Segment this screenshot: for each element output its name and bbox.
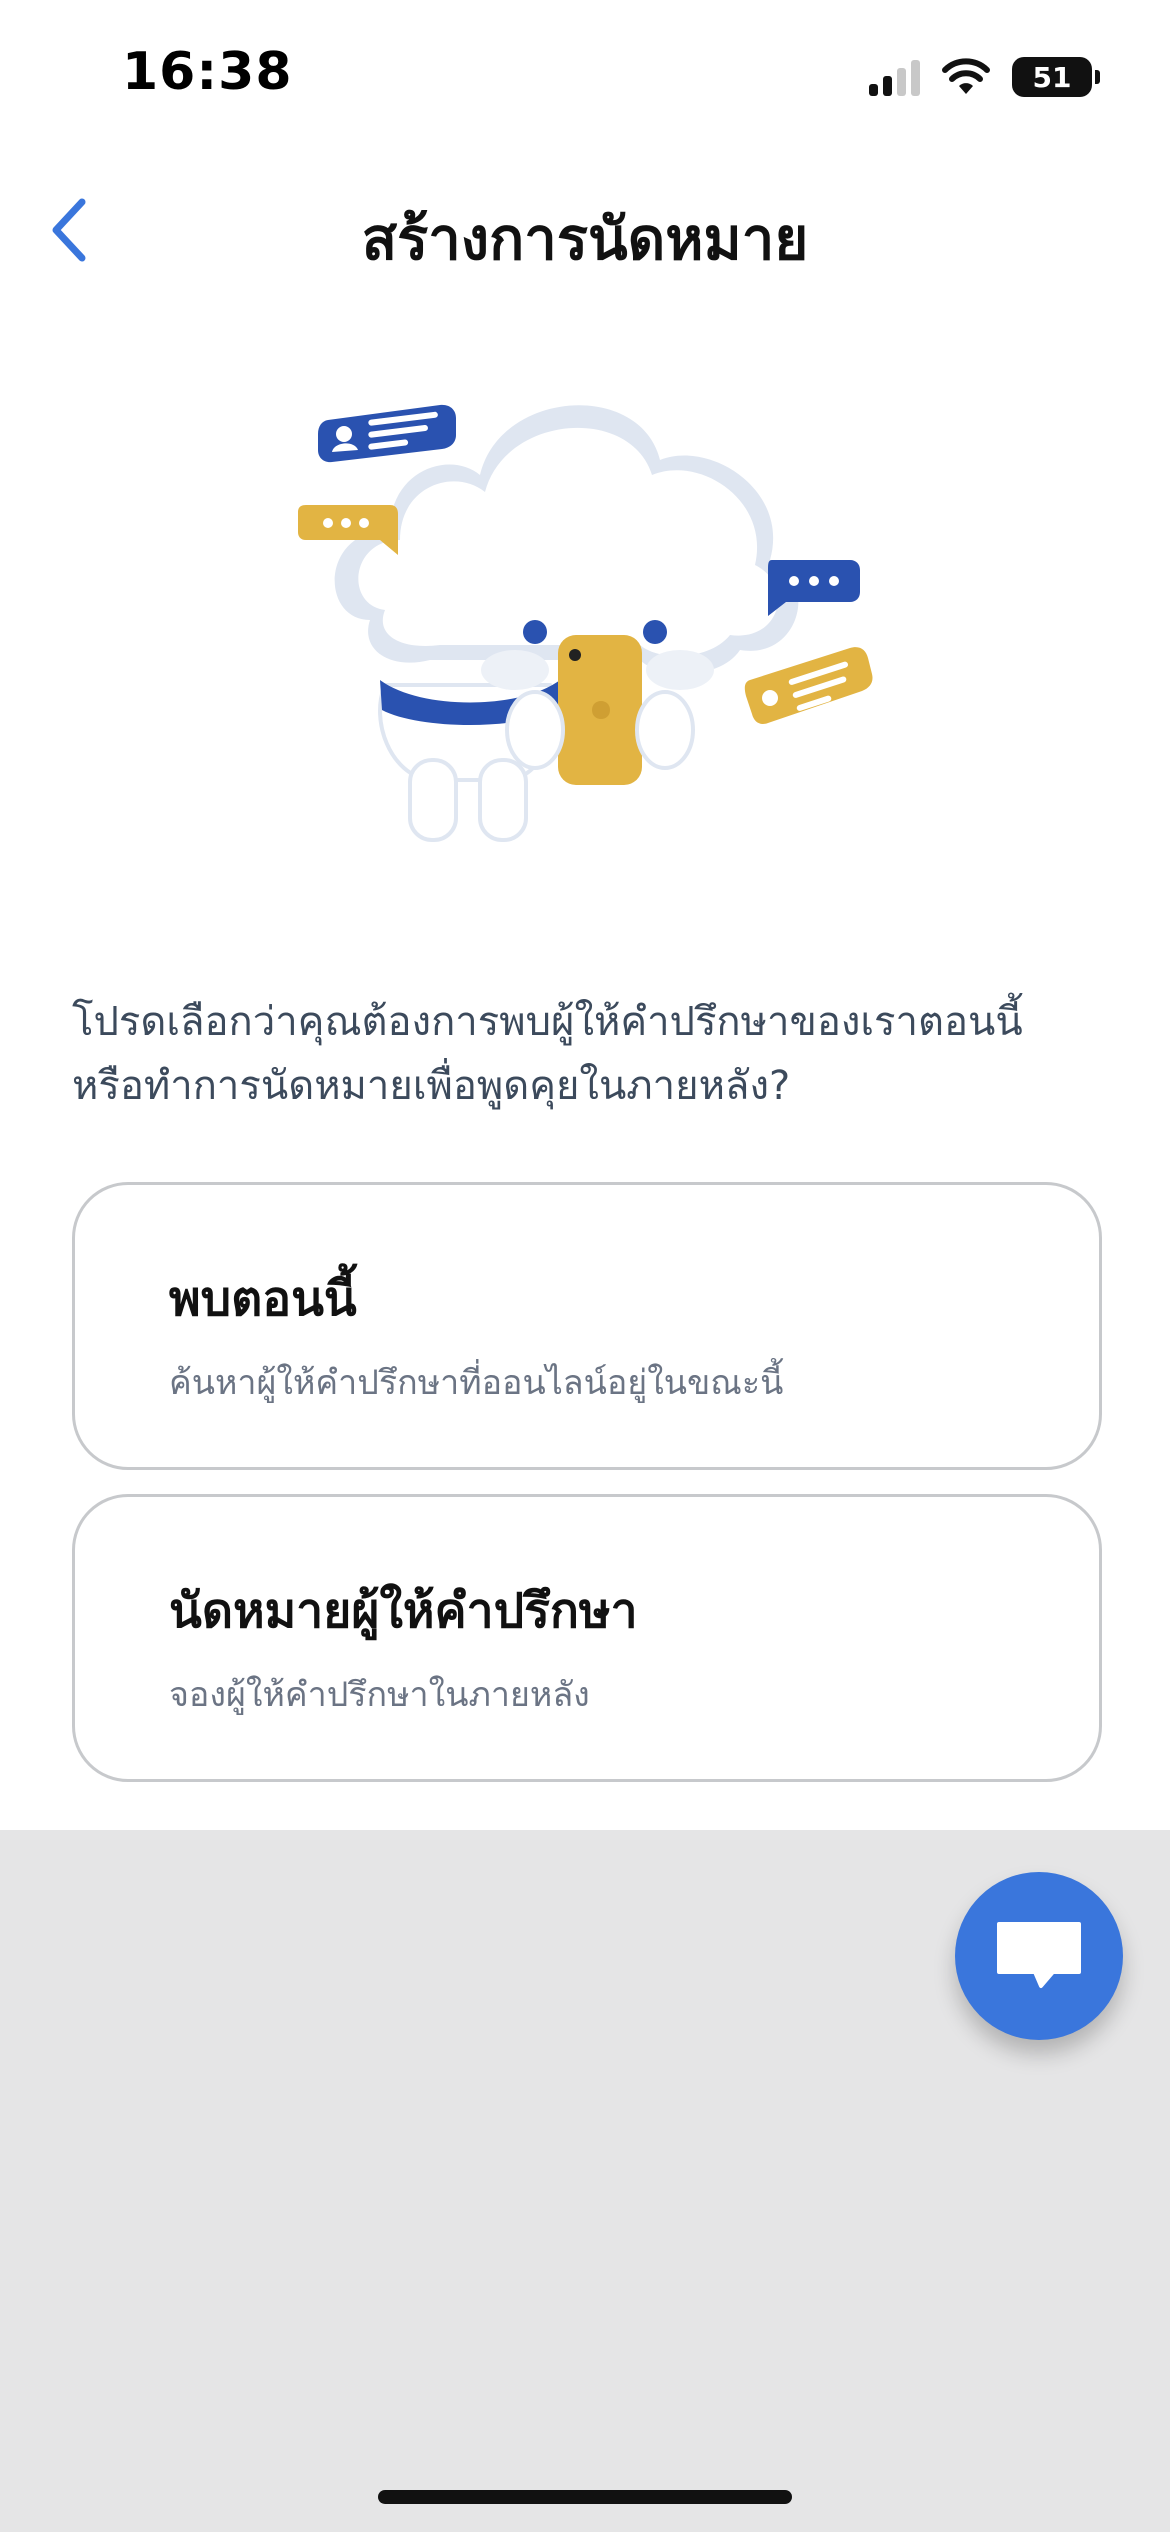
chat-bubble-icon [997,1922,1081,1988]
chat-button[interactable] [955,1872,1123,2040]
contact-card-bubble-yellow [744,647,873,724]
cellular-signal-icon [869,58,920,96]
header: สร้างการนัดหมาย [0,170,1170,280]
prompt-line-1: โปรดเลือกว่าคุณต้องการพบผู้ให้คำปรึกษาขอ… [72,999,1023,1045]
status-icons: 51 [869,52,1100,102]
status-bar: 16:38 51 [0,0,1170,150]
option-title: พบตอนนี้ [169,1271,357,1327]
wifi-icon [942,58,990,94]
prompt-line-2: หรือทำการนัดหมายเพื่อพูดคุยในภายหลัง? [72,1063,791,1109]
battery-icon: 51 [1012,57,1100,97]
contact-card-bubble-blue [318,404,456,463]
meet-now-option[interactable]: พบตอนนี้ ค้นหาผู้ให้คำปรึกษาที่ออนไลน์อย… [72,1182,1102,1470]
book-appointment-option[interactable]: นัดหมายผู้ให้คำปรึกษา จองผู้ให้คำปรึกษาใ… [72,1494,1102,1782]
cloud-mascot-illustration [298,404,873,842]
option-title: นัดหมายผู้ให้คำปรึกษา [169,1583,638,1639]
prompt-text: โปรดเลือกว่าคุณต้องการพบผู้ให้คำปรึกษาขอ… [72,990,1112,1118]
page-title: สร้างการนัดหมาย [361,205,809,273]
status-time: 16:38 [122,42,293,102]
option-subtitle: ค้นหาผู้ให้คำปรึกษาที่ออนไลน์อยู่ในขณะนี… [169,1363,784,1403]
option-subtitle: จองผู้ให้คำปรึกษาในภายหลัง [169,1675,590,1715]
home-indicator[interactable] [378,2490,792,2504]
